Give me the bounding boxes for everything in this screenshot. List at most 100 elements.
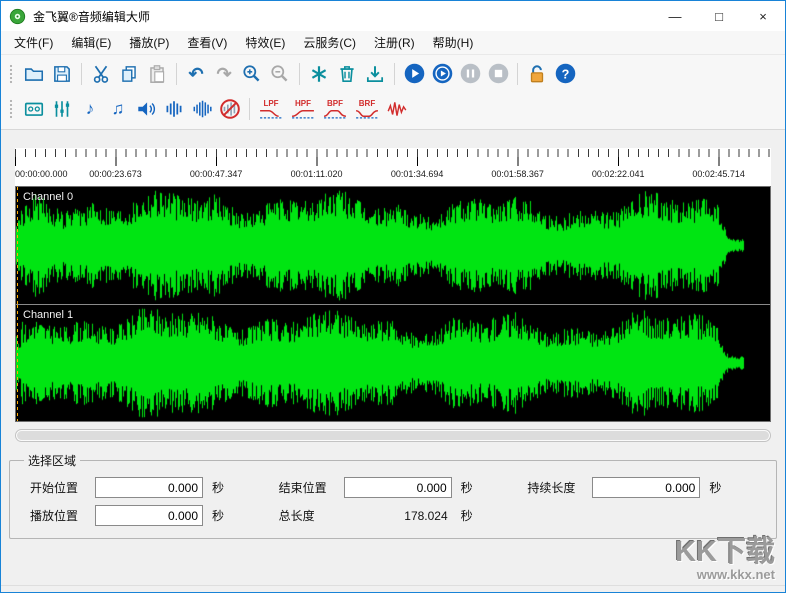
equalizer2-icon (191, 98, 213, 120)
maximize-button[interactable]: □ (697, 1, 741, 31)
mixer-button[interactable] (48, 95, 76, 123)
lpf-label: LPF (263, 99, 278, 108)
start-position-input[interactable] (95, 477, 203, 498)
equalizer-icon (163, 98, 185, 120)
mute-button[interactable] (216, 95, 244, 123)
redo-button[interactable]: ↷ (210, 60, 238, 88)
horizontal-scrollbar[interactable] (15, 429, 771, 442)
folder-icon (23, 63, 45, 85)
menu-help[interactable]: 帮助(H) (424, 31, 483, 54)
spacer (1, 422, 785, 429)
unlock-button[interactable] (523, 60, 551, 88)
paste-icon (146, 63, 168, 85)
music-note-button[interactable]: ♪ (76, 95, 104, 123)
lpf-button[interactable]: LPF (255, 95, 287, 123)
waveform-canvas[interactable] (16, 187, 770, 304)
mixer-icon (51, 98, 73, 120)
spacer (1, 130, 785, 148)
menu-file[interactable]: 文件(F) (5, 31, 62, 54)
waveform-area[interactable]: Channel 0 Channel 1 (15, 186, 771, 422)
play-selection-button[interactable] (428, 60, 456, 88)
music-notes-icon: ♫ (112, 100, 125, 117)
menu-cloud[interactable]: 云服务(C) (294, 31, 365, 54)
total-unit-label: 秒 (461, 507, 473, 524)
hpf-button[interactable]: HPF (287, 95, 319, 123)
save-button[interactable] (48, 60, 76, 88)
channel-label: Channel 0 (23, 191, 73, 203)
bpf-button[interactable]: BPF (319, 95, 351, 123)
toolbar-grip[interactable] (9, 98, 13, 120)
main-content: 00:00:00.000 00:00:23.673 00:00:47.347 0… (1, 130, 785, 585)
play-position-input[interactable] (95, 505, 203, 526)
total-length-label: 总长度 (279, 507, 335, 524)
menu-play[interactable]: 播放(P) (120, 31, 178, 54)
undo-icon: ↶ (188, 65, 203, 83)
copy-button[interactable] (115, 60, 143, 88)
music-notes-button[interactable]: ♫ (104, 95, 132, 123)
waveform-canvas[interactable] (16, 305, 770, 422)
menu-register[interactable]: 注册(R) (365, 31, 424, 54)
waveform-channel-1[interactable]: Channel 1 (16, 304, 770, 422)
menu-view[interactable]: 查看(V) (178, 31, 236, 54)
record-device-button[interactable] (20, 95, 48, 123)
export-button[interactable] (361, 60, 389, 88)
end-unit-label: 秒 (461, 479, 473, 496)
undo-button[interactable]: ↶ (182, 60, 210, 88)
export-icon (364, 63, 386, 85)
duration-input[interactable] (592, 477, 700, 498)
minimize-button[interactable]: — (653, 1, 697, 31)
empty-cell (517, 505, 766, 526)
total-length-value: 178.024 (344, 509, 452, 523)
time-label: 00:00:23.673 (89, 169, 142, 179)
menu-edit[interactable]: 编辑(E) (62, 31, 120, 54)
app-window: 金飞翼®音频编辑大师 — □ × 文件(F) 编辑(E) 播放(P) 查看(V)… (0, 0, 786, 593)
play-icon (403, 62, 426, 85)
menu-effects[interactable]: 特效(E) (236, 31, 294, 54)
toolbar-main: ↶ ↷ (1, 56, 785, 91)
open-file-button[interactable] (20, 60, 48, 88)
delete-button[interactable] (333, 60, 361, 88)
end-position-input[interactable] (344, 477, 452, 498)
waveform-channel-0[interactable]: Channel 0 (16, 187, 770, 304)
bpf-curve-icon (323, 108, 347, 119)
total-length-field: 总长度 178.024 秒 (269, 505, 518, 526)
play-button[interactable] (400, 60, 428, 88)
start-unit-label: 秒 (212, 479, 224, 496)
start-position-field: 开始位置 秒 (20, 477, 269, 498)
mute-icon (219, 98, 241, 120)
cut-button[interactable] (87, 60, 115, 88)
title-bar: 金飞翼®音频编辑大师 — □ × (1, 1, 785, 31)
toolbar-separator (299, 63, 300, 85)
channel-label: Channel 1 (23, 309, 73, 321)
brf-curve-icon (355, 108, 379, 119)
ruler-ticks (15, 149, 771, 166)
trash-icon (336, 63, 358, 85)
time-label: 00:01:34.694 (391, 169, 444, 179)
paste-button[interactable] (143, 60, 171, 88)
zoom-out-button[interactable] (266, 60, 294, 88)
mix-button[interactable] (305, 60, 333, 88)
copy-icon (118, 63, 140, 85)
waveform-large-button[interactable] (188, 95, 216, 123)
timeline-ruler[interactable]: 00:00:00.000 00:00:23.673 00:00:47.347 0… (15, 148, 771, 186)
brf-button[interactable]: BRF (351, 95, 383, 123)
zoom-in-button[interactable] (238, 60, 266, 88)
bpf-label: BPF (327, 99, 343, 108)
time-label: 00:00:47.347 (190, 169, 243, 179)
selection-title: 选择区域 (24, 452, 80, 469)
help-button[interactable]: ? (551, 60, 579, 88)
speaker-button[interactable] (132, 95, 160, 123)
spectrum-icon (386, 98, 408, 120)
pause-button[interactable] (456, 60, 484, 88)
toolbar-grip[interactable] (9, 63, 13, 85)
toolbar-area: ↶ ↷ (1, 55, 785, 130)
close-button[interactable]: × (741, 1, 785, 31)
stop-button[interactable] (484, 60, 512, 88)
spectrum-button[interactable] (383, 95, 411, 123)
svg-text:?: ? (561, 67, 569, 81)
status-strip (1, 585, 785, 592)
waveform-small-button[interactable] (160, 95, 188, 123)
help-icon: ? (554, 62, 577, 85)
time-label: 00:02:22.041 (592, 169, 645, 179)
scrollbar-thumb[interactable] (17, 431, 769, 440)
